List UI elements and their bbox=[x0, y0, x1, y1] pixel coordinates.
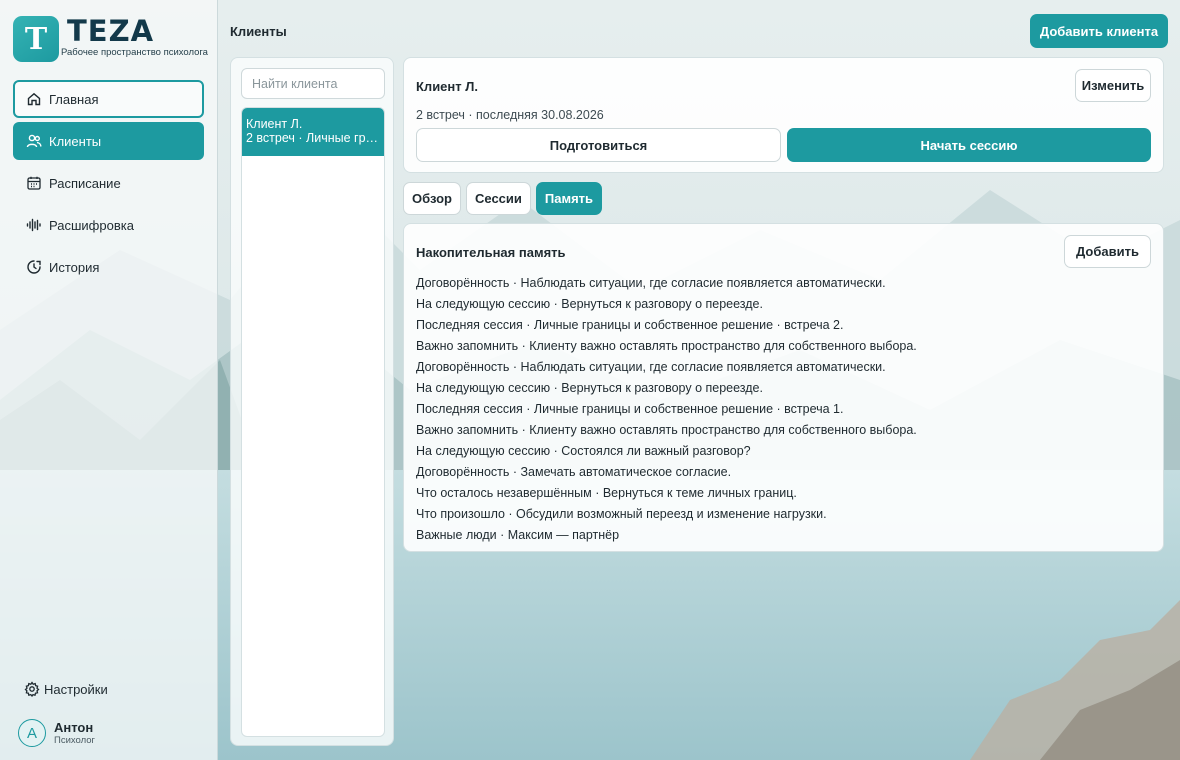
memory-entry: Последняя сессия · Личные границы и собс… bbox=[416, 402, 844, 416]
memory-entry: Договорённость · Наблюдать ситуации, где… bbox=[416, 360, 886, 374]
user-profile[interactable]: А Антон Психолог bbox=[18, 719, 95, 747]
history-icon bbox=[26, 259, 42, 275]
client-name: Клиент Л. bbox=[416, 79, 478, 94]
avatar: А bbox=[18, 719, 46, 747]
client-list: Клиент Л. 2 встреч · Личные границы и со… bbox=[241, 107, 385, 737]
tab-sessions[interactable]: Сессии bbox=[466, 182, 531, 215]
sidebar-nav: Главная Клиенты Расписание Расшифровка И… bbox=[13, 80, 204, 290]
sidebar-item-label: Главная bbox=[49, 91, 99, 107]
users-icon bbox=[26, 133, 42, 149]
client-list-name: Клиент Л. bbox=[246, 117, 303, 131]
user-name: Антон bbox=[54, 719, 94, 735]
memory-list: Договорённость · Наблюдать ситуации, где… bbox=[416, 273, 917, 546]
memory-entry: Последняя сессия · Личные границы и собс… bbox=[416, 318, 844, 332]
tab-memory[interactable]: Память bbox=[535, 182, 603, 215]
client-tabs: Обзор Сессии Память bbox=[403, 182, 603, 215]
client-list-meta: 2 встреч · Личные границы и собственное … bbox=[246, 131, 380, 145]
client-search-input[interactable] bbox=[241, 68, 385, 99]
memory-entry: Что произошло · Обсудили возможный перее… bbox=[416, 507, 827, 521]
client-list-panel: Клиент Л. 2 встреч · Личные границы и со… bbox=[230, 57, 394, 746]
app-logo[interactable]: T TEZA Рабочее пространство психолога bbox=[13, 16, 208, 62]
sidebar-item-home[interactable]: Главная bbox=[13, 80, 204, 118]
memory-entry: Договорённость · Замечать автоматическое… bbox=[416, 465, 732, 479]
sidebar-item-label: История bbox=[49, 259, 100, 275]
sidebar-item-clients[interactable]: Клиенты bbox=[13, 122, 204, 160]
memory-entry: Что осталось незавершённым · Вернуться к… bbox=[416, 486, 797, 500]
start-session-button[interactable]: Начать сессию bbox=[787, 128, 1151, 162]
client-header-card: Клиент Л. Изменить 2 встреч · последняя … bbox=[403, 57, 1164, 173]
memory-card: Накопительная память Добавить Договорённ… bbox=[403, 223, 1164, 552]
user-role: Психолог bbox=[54, 734, 96, 746]
memory-entry: На следующую сессию · Вернуться к разгов… bbox=[416, 381, 763, 395]
page-title: Клиенты bbox=[230, 24, 287, 39]
audio-wave-icon bbox=[26, 217, 42, 233]
memory-entry: Важные люди · Максим — партнёр bbox=[416, 528, 620, 542]
sidebar: T TEZA Рабочее пространство психолога Гл… bbox=[0, 0, 218, 760]
add-memory-button[interactable]: Добавить bbox=[1064, 235, 1151, 268]
sidebar-item-history[interactable]: История bbox=[13, 248, 204, 286]
edit-client-button[interactable]: Изменить bbox=[1075, 69, 1151, 102]
sidebar-item-label: Расписание bbox=[49, 175, 121, 191]
sidebar-item-label: Клиенты bbox=[49, 133, 102, 149]
calendar-icon bbox=[26, 175, 42, 191]
gear-icon bbox=[24, 681, 40, 697]
memory-entry: На следующую сессию · Состоялся ли важны… bbox=[416, 444, 751, 458]
settings-label: Настройки bbox=[44, 681, 108, 697]
client-meta: 2 встреч · последняя 30.08.2026 bbox=[416, 108, 604, 122]
memory-entry: Важно запомнить · Клиенту важно оставлят… bbox=[416, 339, 917, 353]
memory-entry: Важно запомнить · Клиенту важно оставлят… bbox=[416, 423, 917, 437]
add-client-button[interactable]: Добавить клиента bbox=[1030, 14, 1168, 48]
prepare-button[interactable]: Подготовиться bbox=[416, 128, 781, 162]
app-tagline: Рабочее пространство психолога bbox=[61, 47, 208, 58]
memory-title: Накопительная память bbox=[416, 245, 566, 260]
memory-entry: Договорённость · Наблюдать ситуации, где… bbox=[416, 276, 886, 290]
logo-mark: T bbox=[13, 16, 59, 62]
settings-link[interactable]: Настройки bbox=[24, 681, 108, 697]
sidebar-item-transcription[interactable]: Расшифровка bbox=[13, 206, 204, 244]
sidebar-item-schedule[interactable]: Расписание bbox=[13, 164, 204, 202]
app-name: TEZA bbox=[67, 14, 155, 48]
sidebar-item-label: Расшифровка bbox=[49, 217, 134, 233]
list-item[interactable]: Клиент Л. 2 встреч · Личные границы и со… bbox=[242, 108, 384, 156]
memory-entry: На следующую сессию · Вернуться к разгов… bbox=[416, 297, 763, 311]
home-icon bbox=[26, 91, 42, 107]
tab-overview[interactable]: Обзор bbox=[403, 182, 461, 215]
